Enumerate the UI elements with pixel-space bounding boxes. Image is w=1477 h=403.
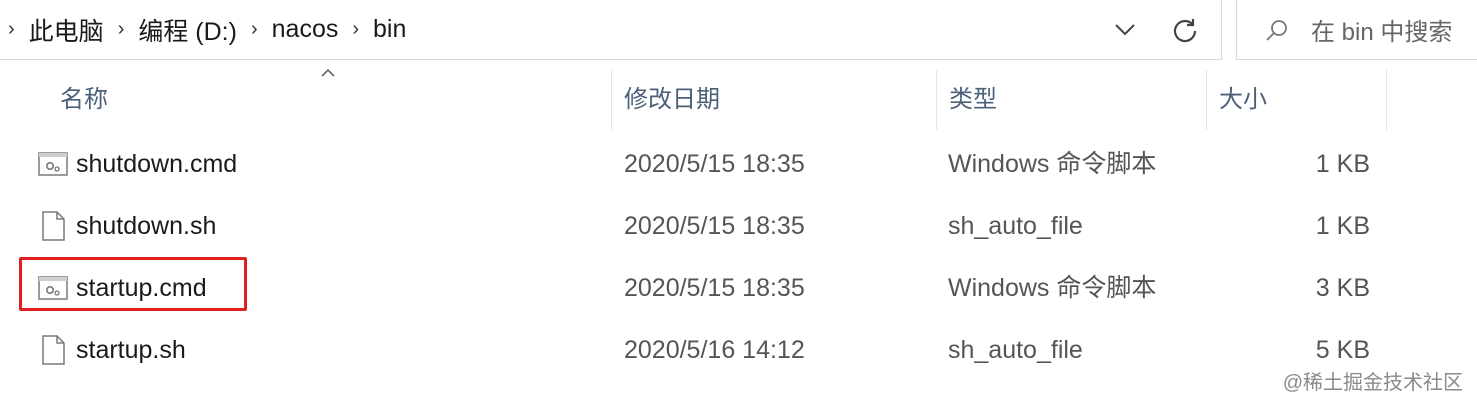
file-modified: 2020/5/15 18:35 xyxy=(624,150,805,178)
file-type: sh_auto_file xyxy=(948,212,1083,240)
file-name[interactable]: shutdown.cmd xyxy=(76,133,237,195)
file-row-shutdown-cmd[interactable]: shutdown.cmd 2020/5/15 18:35 Windows 命令脚… xyxy=(0,133,1477,195)
chevron-right-icon[interactable]: › xyxy=(118,18,125,41)
history-dropdown-button[interactable] xyxy=(1101,6,1149,54)
cmd-script-icon xyxy=(38,276,68,300)
search-icon xyxy=(1266,19,1287,41)
file-modified: 2020/5/15 18:35 xyxy=(624,212,805,240)
watermark: @稀土掘金技术社区 xyxy=(1282,372,1463,394)
file-size: 3 KB xyxy=(1315,274,1370,302)
file-row-startup-sh[interactable]: startup.sh 2020/5/16 14:12 sh_auto_file … xyxy=(0,319,1477,381)
chevron-right-icon[interactable]: › xyxy=(251,18,258,41)
file-type: Windows 命令脚本 xyxy=(948,274,1157,302)
column-header-name[interactable]: 名称 xyxy=(48,70,611,130)
column-header-type[interactable]: 类型 xyxy=(936,70,1206,130)
file-type: sh_auto_file xyxy=(948,336,1083,364)
column-header-size[interactable]: 大小 xyxy=(1206,70,1386,130)
search-placeholder[interactable]: 在 bin 中搜索 xyxy=(1311,12,1452,47)
chevron-down-icon xyxy=(1115,23,1135,35)
breadcrumb-bin[interactable]: bin xyxy=(373,15,406,44)
file-name[interactable]: startup.sh xyxy=(76,319,186,381)
breadcrumb: › 此电脑 › 编程 (D:) › nacos › bin xyxy=(0,0,1101,59)
address-bar[interactable]: › 此电脑 › 编程 (D:) › nacos › bin xyxy=(0,0,1222,60)
file-size: 1 KB xyxy=(1315,150,1370,178)
chevron-right-icon[interactable]: › xyxy=(352,18,359,41)
blank-file-icon xyxy=(42,211,65,241)
file-name[interactable]: startup.cmd xyxy=(76,257,207,319)
column-header-modified[interactable]: 修改日期 xyxy=(611,70,936,130)
refresh-button[interactable] xyxy=(1161,6,1209,54)
chevron-right-icon[interactable]: › xyxy=(8,18,15,41)
refresh-icon xyxy=(1173,18,1197,42)
file-size: 1 KB xyxy=(1315,212,1370,240)
cmd-script-icon xyxy=(38,152,68,176)
breadcrumb-nacos[interactable]: nacos xyxy=(272,15,339,44)
column-divider[interactable] xyxy=(1386,70,1387,130)
file-row-shutdown-sh[interactable]: shutdown.sh 2020/5/15 18:35 sh_auto_file… xyxy=(0,195,1477,257)
blank-file-icon xyxy=(42,335,65,365)
file-modified: 2020/5/16 14:12 xyxy=(624,336,805,364)
file-type: Windows 命令脚本 xyxy=(948,150,1157,178)
file-name[interactable]: shutdown.sh xyxy=(76,195,216,257)
search-box[interactable]: 在 bin 中搜索 xyxy=(1236,0,1477,60)
breadcrumb-drive-d[interactable]: 编程 (D:) xyxy=(138,12,237,48)
breadcrumb-this-pc[interactable]: 此电脑 xyxy=(29,12,104,48)
file-modified: 2020/5/15 18:35 xyxy=(624,274,805,302)
file-row-startup-cmd[interactable]: startup.cmd 2020/5/15 18:35 Windows 命令脚本… xyxy=(0,257,1477,319)
